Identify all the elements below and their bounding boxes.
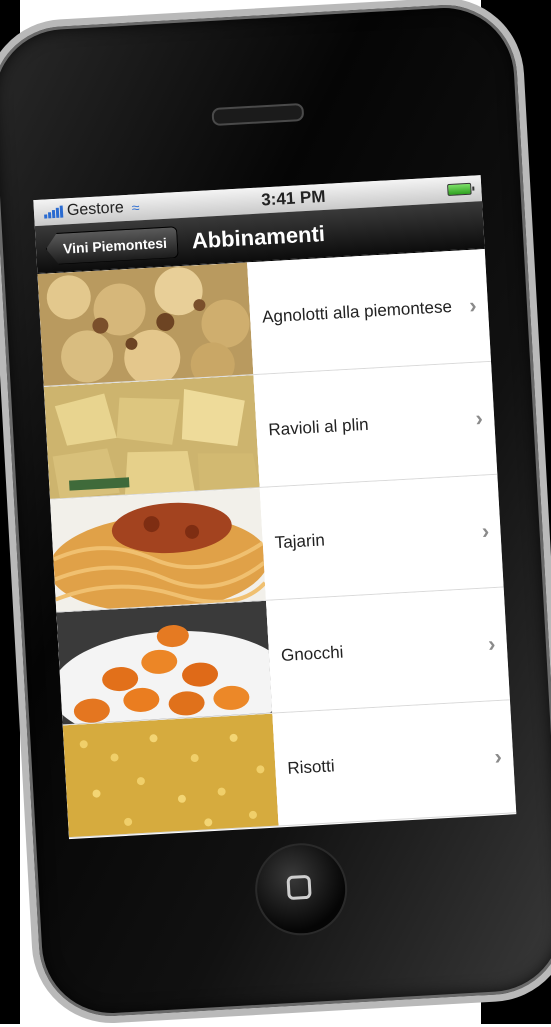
dish-thumbnail: [37, 262, 254, 386]
battery-icon: [447, 182, 472, 197]
agnolotti-image: [37, 262, 254, 386]
screen: Gestore ≈ 3:41 PM Vini Piemontesi Abbina…: [33, 175, 517, 840]
phone-body: Gestore ≈ 3:41 PM Vini Piemontesi Abbina…: [0, 0, 551, 1027]
dish-thumbnail: [62, 713, 279, 838]
list-item[interactable]: Risotti ›: [62, 700, 517, 839]
earpiece: [211, 102, 305, 127]
carrier-label: Gestore: [66, 199, 125, 220]
back-button[interactable]: Vini Piemontesi: [45, 226, 179, 265]
tajarin-image: [50, 487, 266, 612]
gnocchi-image: [56, 600, 273, 725]
wifi-icon: ≈: [131, 199, 140, 216]
dish-thumbnail: [56, 600, 273, 725]
dish-list: Agnolotti alla piemontese › Ravioli al p…: [37, 249, 517, 839]
chevron-right-icon: ›: [493, 743, 503, 770]
dish-label: Tajarin: [274, 530, 326, 553]
signal-icon: [44, 205, 64, 219]
status-left: Gestore ≈: [44, 198, 140, 221]
dish-thumbnail: [50, 487, 266, 612]
chevron-right-icon: ›: [468, 292, 478, 318]
chevron-right-icon: ›: [481, 518, 490, 544]
dish-label: Risotti: [286, 756, 336, 779]
home-square-icon: [286, 874, 312, 901]
back-button-label: Vini Piemontesi: [62, 234, 168, 257]
chevron-right-icon: ›: [474, 405, 484, 431]
dish-label: Agnolotti alla piemontese: [261, 297, 453, 327]
risotto-image: [62, 713, 279, 838]
dish-label: Ravioli al plin: [267, 415, 370, 440]
status-time: 3:41 PM: [260, 186, 326, 210]
dish-thumbnail: [43, 375, 260, 499]
dish-label: Gnocchi: [280, 642, 344, 666]
page-title: Abbinamenti: [191, 220, 326, 253]
chevron-right-icon: ›: [487, 631, 497, 657]
phone: Gestore ≈ 3:41 PM Vini Piemontesi Abbina…: [0, 0, 551, 1027]
home-button[interactable]: [252, 840, 350, 938]
ravioli-image: [43, 375, 260, 499]
